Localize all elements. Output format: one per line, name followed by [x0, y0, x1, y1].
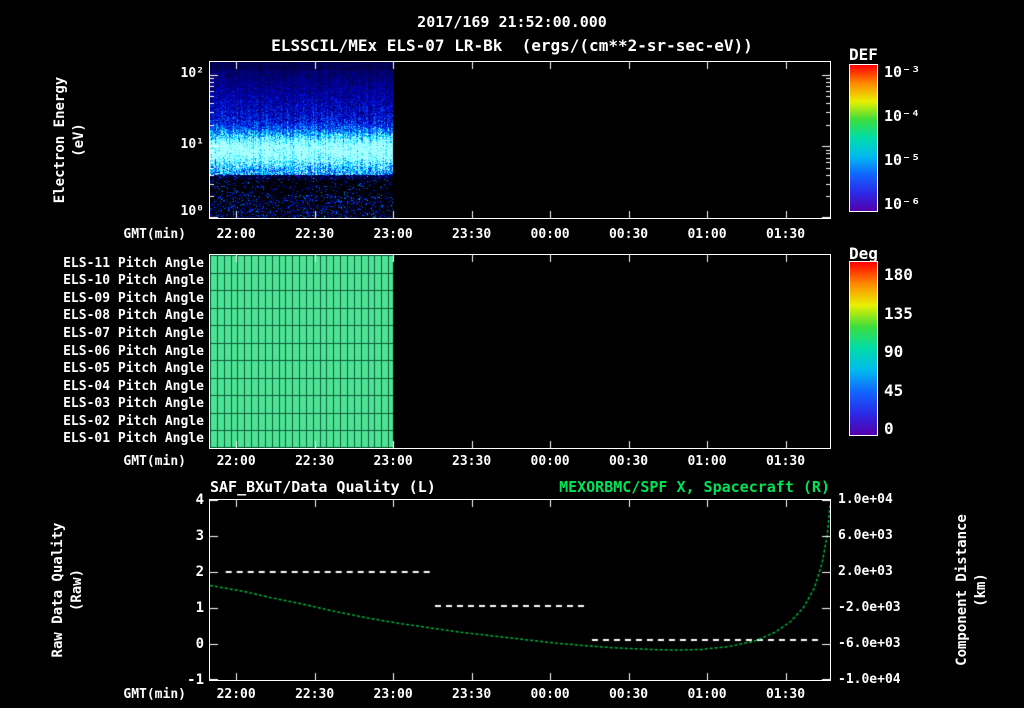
- time-tick-label: 23:00: [373, 227, 413, 242]
- time-tick-label: 22:00: [216, 454, 256, 469]
- time-axis-label-2: GMT(min): [123, 454, 186, 469]
- deg-colorbar-tick: 90: [884, 342, 904, 361]
- pitch-row-label: ELS-07 Pitch Angle: [63, 325, 204, 341]
- spectrogram-panel: [209, 61, 831, 219]
- time-tick-label: 00:30: [608, 227, 649, 242]
- pitch-angle-canvas: [210, 255, 830, 448]
- quality-tick-label: 4: [195, 492, 204, 508]
- deg-colorbar-title: Deg: [849, 244, 878, 263]
- els-quicklook-window: 2017/169 21:52:00.000 ELSSCIL/MEx ELS-07…: [0, 0, 1024, 708]
- time-tick-label: 22:30: [295, 454, 335, 469]
- quality-distance-canvas: [210, 500, 830, 680]
- quality-tick-label: 1: [195, 600, 204, 616]
- def-colorbar-tick: 10⁻³: [884, 63, 921, 81]
- def-colorbar-tick: 10⁻⁴: [884, 107, 921, 125]
- pitch-row-label: ELS-08 Pitch Angle: [63, 308, 204, 324]
- time-tick-label: 01:00: [687, 454, 727, 469]
- pitch-row-label: ELS-04 Pitch Angle: [63, 378, 204, 394]
- distance-tick-label: 6.0e+03: [838, 528, 893, 543]
- time-tick-label: 01:30: [765, 454, 806, 469]
- spectrogram-canvas: [210, 62, 830, 218]
- time-tick-label: 00:00: [530, 454, 570, 469]
- timestamp-title: 2017/169 21:52:00.000: [417, 13, 607, 31]
- time-tick-label: 01:30: [765, 687, 806, 702]
- time-tick-label: 00:00: [530, 687, 570, 702]
- time-tick-label: 22:00: [216, 227, 256, 242]
- time-tick-label: 00:30: [608, 687, 649, 702]
- time-axis-label-3: GMT(min): [123, 687, 186, 702]
- time-tick-label: 01:00: [687, 227, 727, 242]
- pitch-angle-panel: [209, 254, 831, 449]
- time-tick-label: 22:00: [216, 687, 256, 702]
- def-colorbar-tick: 10⁻⁵: [884, 151, 921, 169]
- quality-tick-label: 2: [195, 564, 204, 580]
- pitch-row-label: ELS-02 Pitch Angle: [63, 413, 204, 429]
- deg-colorbar-tick: 180: [884, 265, 913, 284]
- spacecraft-series-title: MEXORBMC/SPF X, Spacecraft (R): [559, 478, 830, 496]
- time-axis-label-1: GMT(min): [123, 227, 186, 242]
- distance-tick-label: -2.0e+03: [838, 600, 901, 615]
- energy-tick-label: 10²: [180, 65, 204, 81]
- distance-axis-label: Component Distance (km): [953, 470, 991, 708]
- time-tick-label: 23:30: [452, 227, 492, 242]
- distance-tick-label: -6.0e+03: [838, 636, 901, 651]
- distance-tick-label: -1.0e+04: [838, 672, 901, 687]
- deg-colorbar-tick: 135: [884, 303, 913, 323]
- pitch-row-label: ELS-11 Pitch Angle: [63, 255, 204, 271]
- time-tick-label: 23:00: [373, 687, 413, 702]
- time-tick-label: 01:30: [765, 227, 806, 242]
- time-tick-label: 01:00: [687, 687, 727, 702]
- distance-tick-label: 2.0e+03: [838, 564, 893, 579]
- time-tick-label: 23:30: [452, 454, 492, 469]
- time-tick-label: 22:30: [295, 227, 335, 242]
- pitch-row-label: ELS-10 Pitch Angle: [63, 273, 204, 289]
- energy-tick-label: 10⁰: [180, 204, 204, 219]
- pitch-row-label: ELS-06 Pitch Angle: [63, 343, 204, 359]
- distance-tick-label: 1.0e+04: [838, 492, 893, 507]
- time-tick-label: 23:00: [373, 454, 413, 469]
- deg-colorbar-tick: 0: [884, 419, 894, 438]
- time-tick-label: 00:30: [608, 454, 649, 469]
- def-colorbar: [849, 64, 878, 212]
- quality-tick-label: 3: [195, 528, 204, 544]
- distance-axis-label-line1: Component Distance: [954, 514, 970, 666]
- deg-colorbar: [849, 261, 878, 436]
- deg-colorbar-tick: 45: [884, 380, 904, 400]
- def-colorbar-title: DEF: [849, 45, 878, 64]
- quality-series-title: SAF_BXuT/Data Quality (L): [210, 478, 436, 496]
- pitch-row-label: ELS-03 Pitch Angle: [63, 396, 204, 412]
- quality-tick-label: 0: [195, 636, 204, 652]
- time-tick-label: 00:00: [530, 227, 570, 242]
- pitch-row-label: ELS-05 Pitch Angle: [63, 361, 204, 377]
- time-tick-label: 22:30: [295, 687, 335, 702]
- def-colorbar-tick: 10⁻⁶: [884, 195, 921, 213]
- time-tick-label: 23:30: [452, 687, 492, 702]
- distance-axis-label-line2: (km): [973, 573, 989, 607]
- pitch-row-label: ELS-01 Pitch Angle: [63, 431, 204, 447]
- energy-tick-label: 10¹: [180, 137, 204, 153]
- quality-distance-panel: [209, 499, 831, 681]
- pitch-row-label: ELS-09 Pitch Angle: [63, 290, 204, 306]
- quality-tick-label: -1: [187, 672, 204, 688]
